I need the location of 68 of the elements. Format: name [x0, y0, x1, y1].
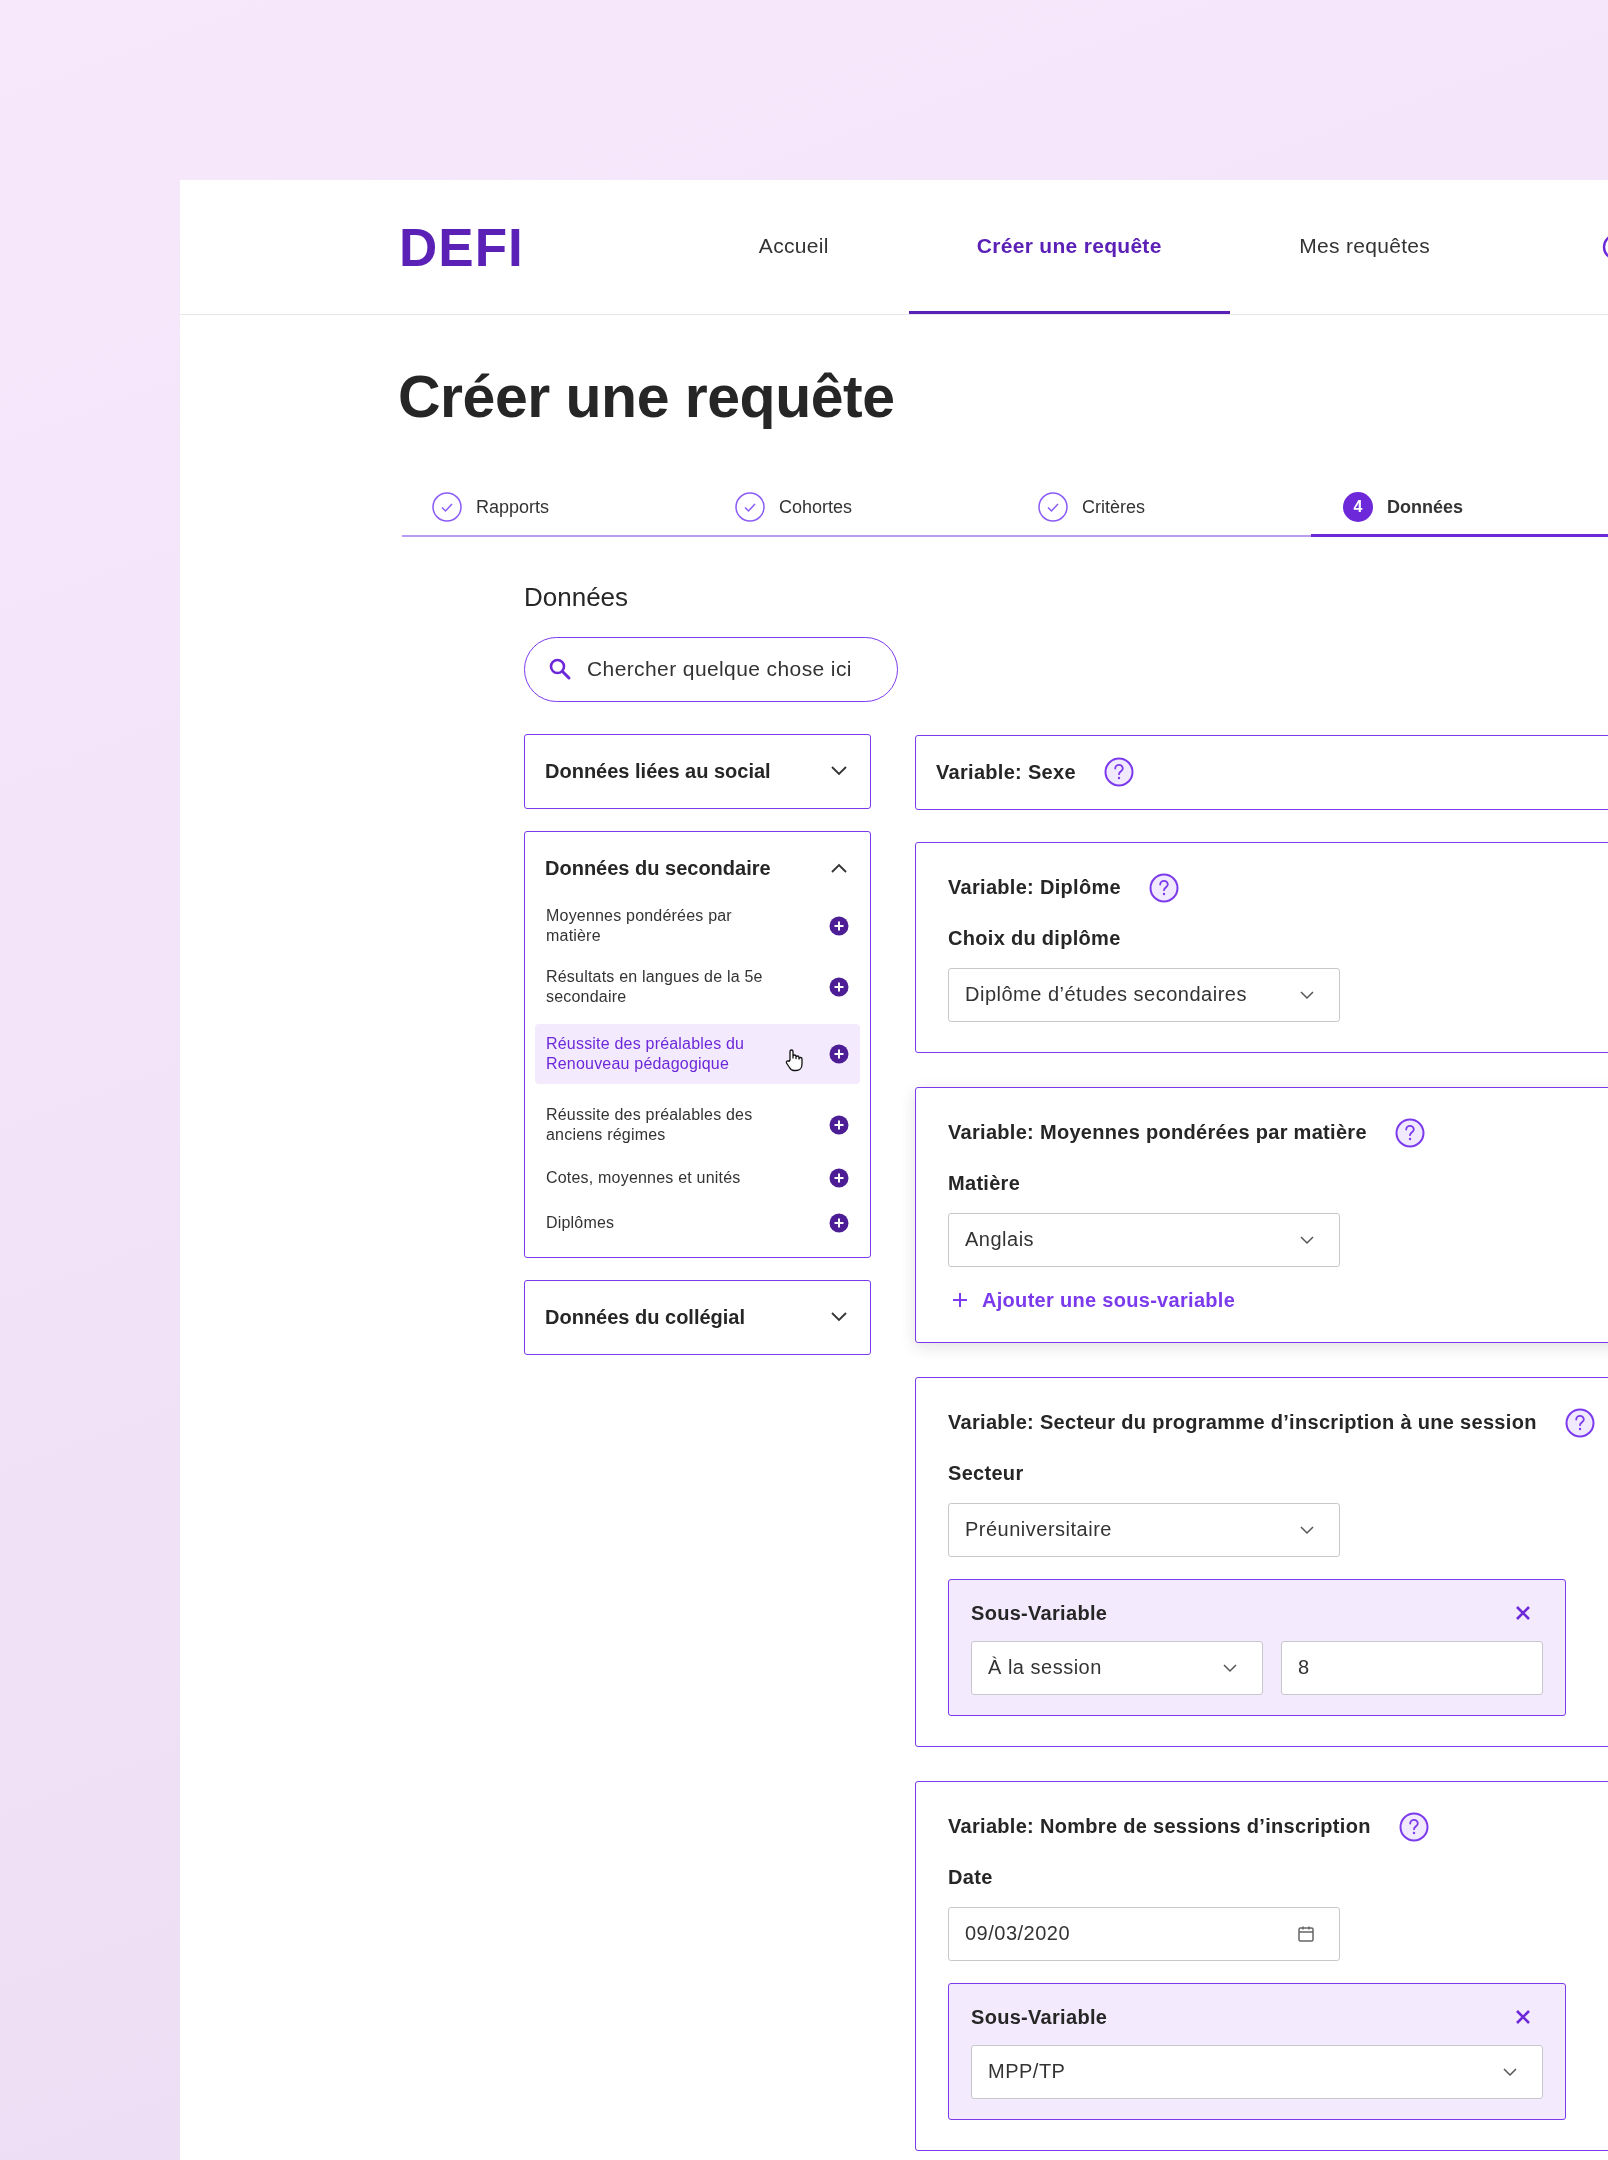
chevron-icon — [1299, 989, 1315, 1000]
date-field[interactable]: 09/03/2020 — [948, 1906, 1340, 1961]
check-icon — [432, 492, 462, 523]
field-label: Choix du diplôme — [948, 926, 1122, 950]
search-icon — [548, 656, 572, 681]
check-icon — [735, 492, 765, 523]
help-icon[interactable] — [1564, 1407, 1595, 1438]
step-tab[interactable]: Critères — [1008, 480, 1311, 537]
add-icon[interactable] — [829, 915, 849, 936]
search-field[interactable]: Chercher quelque chose ici — [524, 636, 898, 702]
subvariable-title: Sous-Variable — [971, 2005, 1108, 2029]
data-item[interactable]: Moyennes pondérées par matière — [535, 896, 860, 955]
add-icon[interactable] — [829, 1212, 849, 1233]
step-tab[interactable]: Cohortes — [705, 480, 1008, 537]
logo[interactable]: DEFI — [399, 216, 524, 278]
variable-title: Variable: Diplôme — [948, 876, 1121, 900]
close-icon[interactable] — [1515, 1605, 1531, 1622]
variable-title: Variable: Secteur du programme d’inscription à une session — [948, 1411, 1537, 1435]
text-field[interactable]: 8 — [1280, 1640, 1543, 1695]
select-field[interactable]: MPP/TP — [971, 2044, 1543, 2099]
step-number: 4 — [1343, 492, 1373, 523]
chevron-icon[interactable] — [830, 1311, 848, 1324]
select-field[interactable]: Préuniversitaire — [948, 1502, 1340, 1557]
variable-title: Variable: Sexe — [936, 760, 1076, 784]
accordion-title[interactable]: Données liées au social — [545, 759, 771, 783]
chevron-icon — [1502, 2066, 1518, 2077]
chevron-icon[interactable] — [830, 862, 848, 875]
field-label: Secteur — [948, 1461, 1025, 1485]
section-title: Données — [524, 580, 630, 614]
step-tab[interactable]: 4 Données — [1311, 480, 1608, 537]
field-label: Date — [948, 1865, 994, 1889]
nav-tab[interactable]: Mes requêtes — [1229, 180, 1500, 314]
add-icon[interactable] — [829, 1167, 849, 1188]
plus-icon — [952, 1292, 968, 1309]
data-item[interactable]: Cotes, moyennes et unités — [535, 1156, 860, 1199]
help-icon[interactable] — [1394, 1117, 1425, 1148]
step-tab[interactable]: Rapports — [402, 480, 705, 537]
accordion-title[interactable]: Données du collégial — [545, 1305, 746, 1329]
chevron-icon[interactable] — [830, 765, 848, 778]
help-icon[interactable] — [1148, 872, 1179, 903]
select-field[interactable]: Anglais — [948, 1212, 1340, 1267]
select-field[interactable]: À la session — [971, 1640, 1263, 1695]
add-subvariable-link[interactable]: Ajouter une sous-variable — [952, 1288, 1608, 1312]
nav-tab[interactable]: Créer une requête — [908, 180, 1230, 314]
nav-tab[interactable]: Accueil — [678, 180, 909, 314]
help-icon[interactable] — [1103, 757, 1134, 788]
calendar-icon — [1297, 1924, 1315, 1943]
page-title: Créer une requête — [398, 363, 896, 432]
help-icon[interactable] — [1398, 1811, 1429, 1842]
data-item[interactable]: Résultats en langues de la 5e secondaire — [535, 957, 860, 1016]
chevron-icon — [1299, 1234, 1315, 1245]
add-icon[interactable] — [829, 976, 849, 997]
data-item[interactable]: Réussite des préalables des anciens régimes — [535, 1095, 860, 1154]
add-icon[interactable] — [829, 1043, 849, 1064]
close-icon[interactable] — [1515, 2009, 1531, 2026]
chevron-icon — [1299, 1524, 1315, 1535]
accordion-title[interactable]: Données du secondaire — [545, 856, 771, 880]
subvariable-title: Sous-Variable — [971, 1601, 1108, 1625]
chevron-icon — [1221, 1662, 1238, 1673]
variable-title: Variable: Nombre de sessions d’inscription — [948, 1815, 1371, 1839]
hand-cursor-icon — [784, 1047, 804, 1072]
add-icon[interactable] — [829, 1114, 849, 1135]
field-label: Matière — [948, 1171, 1022, 1195]
data-item[interactable]: Réussite des préalables du Renouveau pédagogique — [535, 1023, 860, 1084]
select-field[interactable]: Diplôme d’études secondaires — [948, 967, 1340, 1022]
variable-title: Variable: Moyennes pondérées par matière — [948, 1121, 1367, 1145]
check-icon — [1038, 492, 1068, 523]
data-item[interactable]: Diplômes — [535, 1201, 860, 1244]
